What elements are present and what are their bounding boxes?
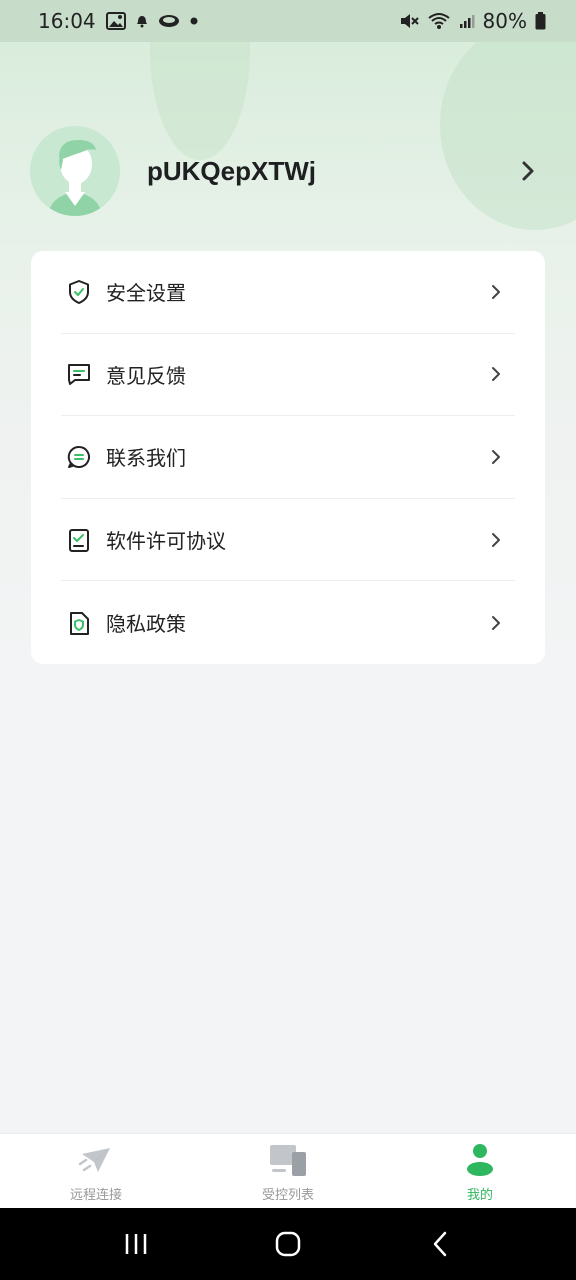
chevron-right-icon — [492, 532, 500, 547]
menu-item-contact-us[interactable]: 联系我们 — [61, 416, 515, 499]
chat-bubble-icon — [67, 445, 90, 468]
license-document-icon — [69, 528, 89, 552]
privacy-document-icon — [70, 611, 89, 635]
tab-remote-connection[interactable]: 远程连接 — [0, 1134, 192, 1208]
chevron-right-icon — [492, 615, 500, 630]
menu-item-label: 联系我们 — [106, 446, 186, 471]
home-button[interactable] — [268, 1224, 308, 1264]
mute-icon — [399, 12, 419, 30]
status-bar: 16:04 80% — [0, 0, 576, 42]
person-icon — [467, 1144, 493, 1176]
gallery-icon — [105, 12, 126, 30]
recent-apps-button[interactable] — [116, 1224, 156, 1264]
profile-header[interactable]: pUKQepXTWj — [30, 126, 546, 216]
battery-icon — [535, 12, 546, 30]
dot-icon — [190, 17, 198, 25]
send-plane-icon — [78, 1148, 110, 1172]
menu-item-feedback[interactable]: 意见反馈 — [61, 334, 515, 417]
chevron-right-icon — [492, 284, 500, 299]
notification-icon — [136, 14, 148, 28]
settings-menu-card: 安全设置 意见反馈 联系我们 软件许可协议 隐私政策 — [31, 251, 545, 664]
tab-label: 远程连接 — [69, 1188, 122, 1203]
menu-item-label: 安全设置 — [106, 281, 186, 306]
username: pUKQepXTWj — [147, 155, 316, 186]
chevron-right-icon — [492, 449, 500, 464]
devices-icon — [270, 1145, 306, 1176]
home-icon — [275, 1231, 301, 1257]
feedback-message-icon — [68, 364, 90, 386]
bottom-tab-bar: 远程连接 受控列表 我的 — [0, 1133, 576, 1208]
menu-item-privacy-policy[interactable]: 隐私政策 — [61, 581, 515, 664]
battery-percentage: 80% — [482, 9, 527, 33]
chevron-right-icon — [492, 367, 500, 382]
menu-item-label: 隐私政策 — [106, 612, 186, 637]
shield-check-icon — [69, 279, 89, 304]
menu-item-label: 软件许可协议 — [106, 529, 226, 554]
recent-apps-icon — [125, 1234, 147, 1254]
tab-label: 受控列表 — [261, 1188, 314, 1203]
signal-icon — [459, 13, 475, 29]
menu-item-software-license[interactable]: 软件许可协议 — [61, 499, 515, 582]
system-navigation-bar — [0, 1208, 576, 1280]
back-icon — [433, 1231, 447, 1257]
app-notification-icon — [158, 13, 180, 29]
back-button[interactable] — [420, 1224, 460, 1264]
wifi-icon — [427, 12, 451, 30]
avatar[interactable] — [30, 126, 120, 216]
menu-item-label: 意见反馈 — [106, 363, 186, 388]
chevron-right-icon[interactable] — [518, 159, 538, 183]
tab-controlled-list[interactable]: 受控列表 — [192, 1134, 384, 1208]
menu-item-security-settings[interactable]: 安全设置 — [61, 251, 515, 334]
status-time: 16:04 — [38, 9, 96, 33]
tab-label: 我的 — [466, 1188, 493, 1203]
tab-mine[interactable]: 我的 — [384, 1134, 576, 1208]
